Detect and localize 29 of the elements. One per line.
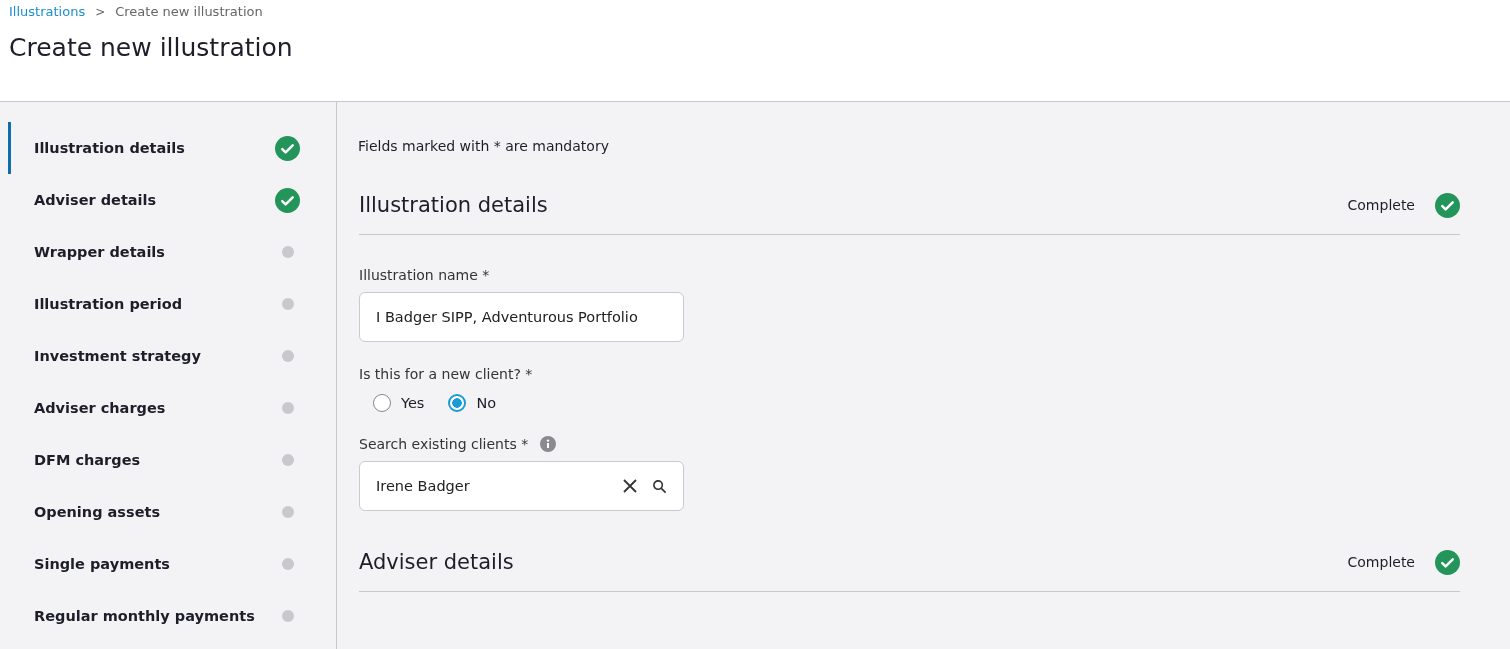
sidebar-item[interactable]: Single payments [8, 538, 336, 590]
radio-option[interactable]: No [448, 394, 497, 412]
sidebar-item[interactable]: Adviser details [8, 174, 336, 226]
section-title: Illustration details [359, 193, 548, 217]
clear-icon[interactable] [622, 478, 638, 494]
sidebar-item[interactable]: Illustration period [8, 278, 336, 330]
sidebar-item[interactable]: Opening assets [8, 486, 336, 538]
breadcrumb-link[interactable]: Illustrations [9, 4, 86, 19]
sidebar-item[interactable]: Regular monthly payments [8, 590, 336, 642]
field-label: Search existing clients * [359, 436, 529, 452]
status-label: Complete [1347, 554, 1415, 570]
sidebar-item[interactable]: Adviser charges [8, 382, 336, 434]
radio-option[interactable]: Yes [373, 394, 425, 412]
mandatory-note: Fields marked with * are mandatory [358, 138, 610, 154]
breadcrumb-separator: > [95, 4, 106, 19]
search-icon[interactable] [652, 478, 667, 494]
text-input-field[interactable]: I Badger SIPP, Adventurous Portfolio [359, 292, 684, 342]
field-label: Illustration name * [359, 267, 490, 283]
field-label: Is this for a new client? * [359, 366, 533, 382]
sidebar-item[interactable]: Wrapper details [8, 226, 336, 278]
section-title: Adviser details [359, 550, 514, 574]
page-title: Create new illustration [9, 33, 294, 62]
breadcrumb-current: Create new illustration [115, 4, 263, 19]
status-label: Complete [1347, 197, 1415, 213]
search-field[interactable]: Irene Badger [359, 461, 684, 511]
sidebar-item[interactable]: Illustration details [8, 122, 336, 174]
sidebar-item[interactable]: DFM charges [8, 434, 336, 486]
sidebar-item[interactable]: Investment strategy [8, 330, 336, 382]
info-icon[interactable] [540, 436, 557, 452]
